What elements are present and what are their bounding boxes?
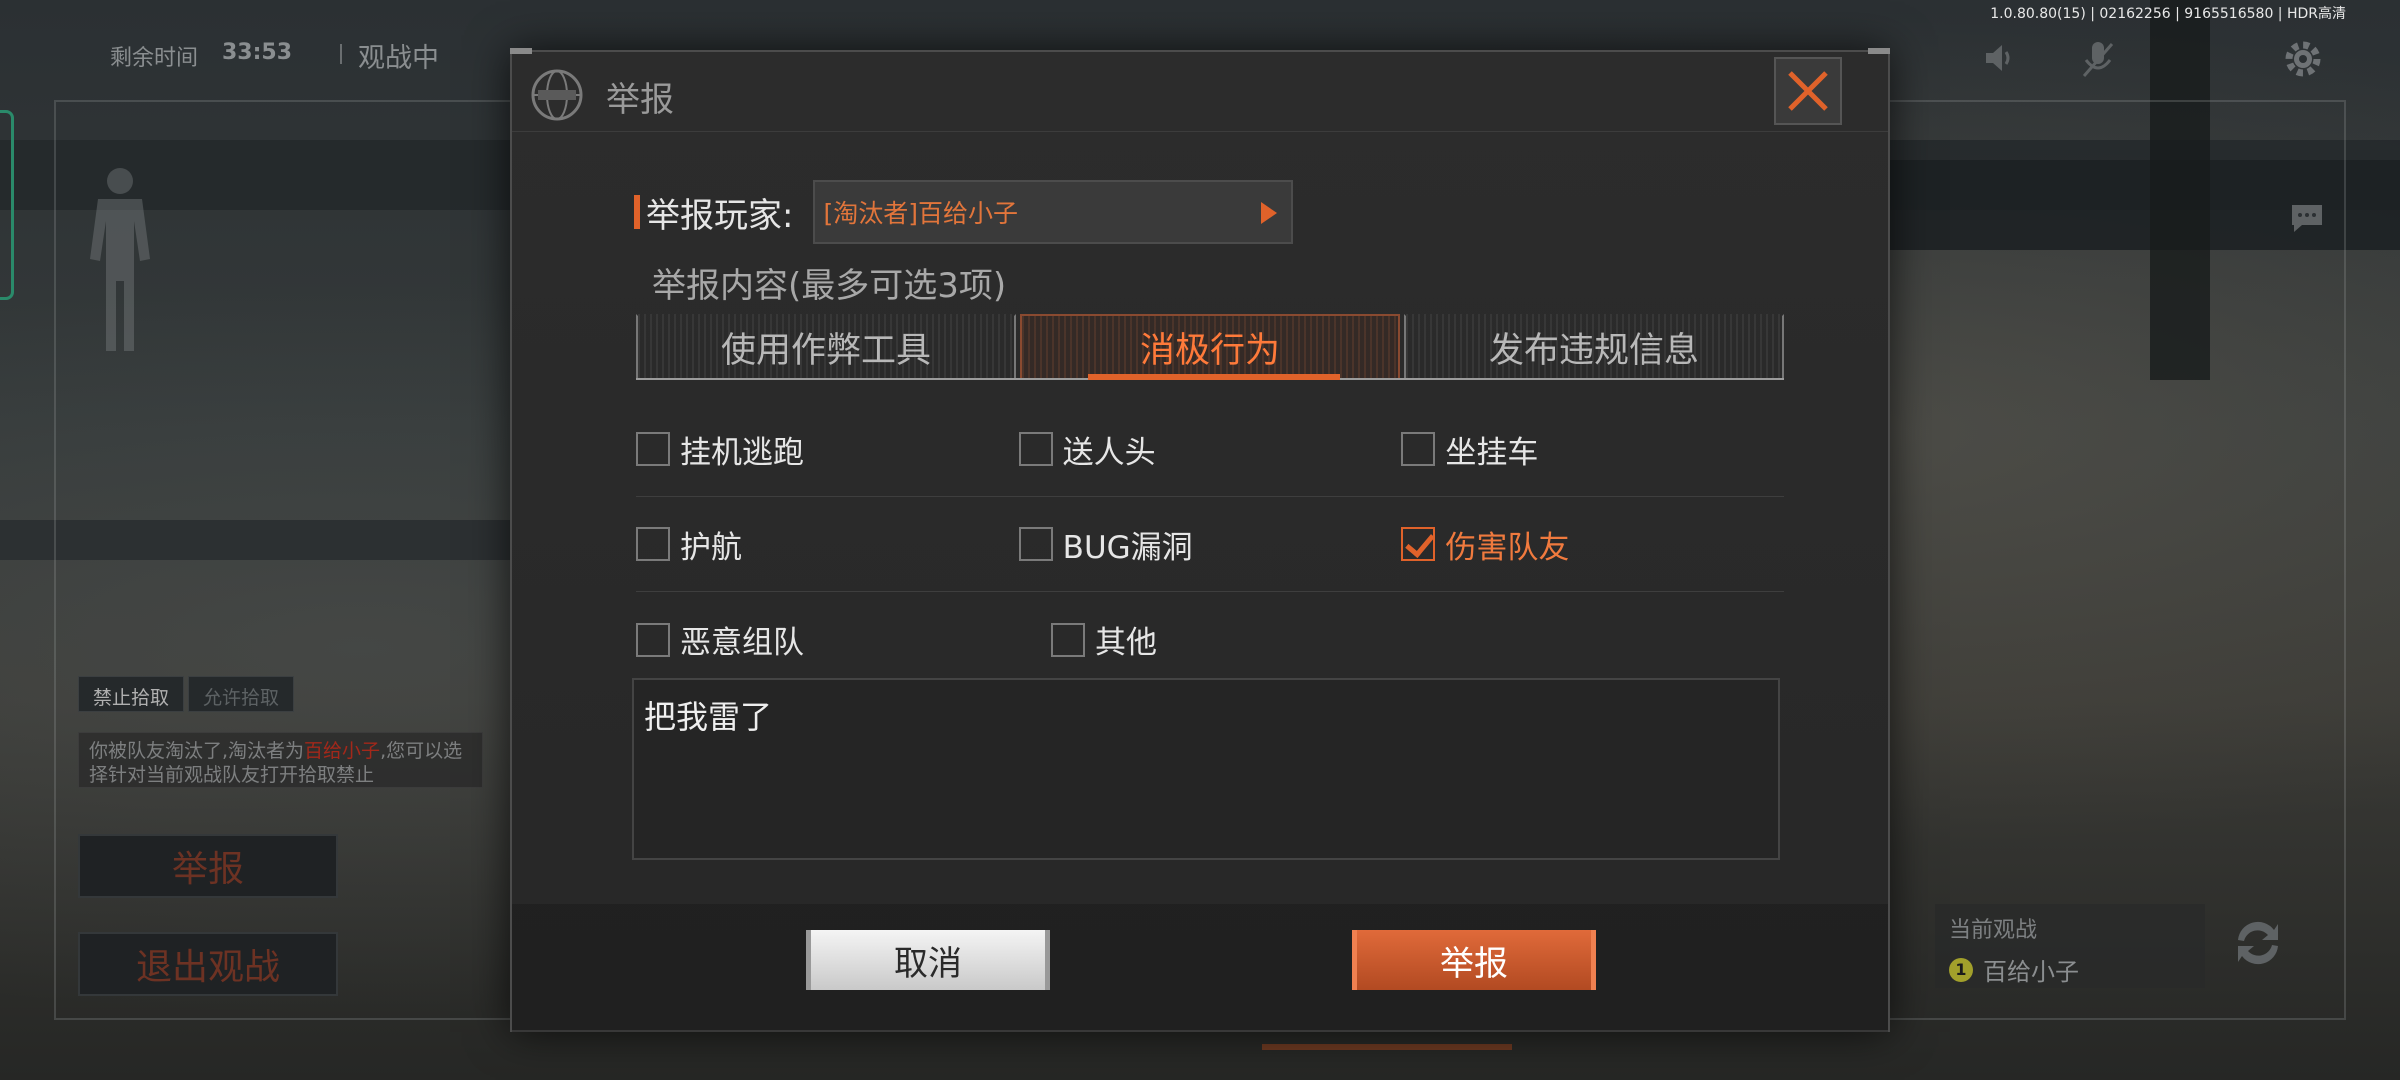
current-watch-label: 当前观战 <box>1949 918 2038 943</box>
option-label: BUG漏洞 <box>1062 529 1193 566</box>
current-watch-player[interactable]: 1 百给小子 <box>1949 952 2191 987</box>
checkbox[interactable] <box>1018 432 1053 466</box>
speaker-icon[interactable] <box>1982 40 2018 85</box>
option-afk-escape[interactable]: 挂机逃跑 <box>636 427 1019 472</box>
gear-icon[interactable] <box>2282 38 2324 89</box>
report-player-row: 举报玩家: [淘汰者]百给小子 <box>634 180 1294 244</box>
cancel-button[interactable]: 取消 <box>806 930 1050 990</box>
side-panel-tab[interactable] <box>0 110 14 300</box>
option-other[interactable]: 其他 <box>1051 617 1466 662</box>
accent-bar <box>634 195 640 229</box>
report-dialog: 举报 举报玩家: [淘汰者]百给小子 举报内容(最多可选3项) 使用作弊工具 消… <box>510 48 1890 1032</box>
option-label: 送人头 <box>1062 434 1156 471</box>
switch-camera-icon[interactable] <box>2230 918 2286 981</box>
side-report-button[interactable]: 举报 <box>78 834 338 898</box>
globe-icon <box>531 69 583 121</box>
current-watch-name: 百给小子 <box>1983 958 2079 986</box>
report-reason-textarea[interactable]: 把我雷了 <box>632 678 1780 860</box>
report-category-tabs: 使用作弊工具 消极行为 发布违规信息 <box>636 314 1784 380</box>
dropdown-arrow-icon <box>1261 202 1278 224</box>
option-riding-cheater[interactable]: 坐挂车 <box>1401 427 1784 472</box>
pickup-note-text: 你被队友淘汰了,淘汰者为 <box>89 740 305 762</box>
option-team-damage[interactable]: 伤害队友 <box>1401 522 1784 567</box>
option-label: 挂机逃跑 <box>680 434 804 471</box>
pickup-allow-tab[interactable]: 允许拾取 <box>188 676 295 712</box>
checkbox[interactable] <box>636 622 670 657</box>
close-icon <box>1788 71 1828 111</box>
version-info: 1.0.80.80(15) | 02162256 | 9165516580 | … <box>1990 6 2346 22</box>
tab-cheating-tools[interactable]: 使用作弊工具 <box>636 314 1016 378</box>
option-escorting[interactable]: 护航 <box>636 522 1019 567</box>
checkbox[interactable] <box>1018 527 1053 561</box>
option-row: 恶意组队 其他 <box>636 592 1784 687</box>
character-silhouette-icon <box>90 168 150 351</box>
option-label: 其他 <box>1095 625 1157 661</box>
option-bug-exploit[interactable]: BUG漏洞 <box>1018 522 1402 567</box>
report-options: 挂机逃跑 送人头 坐挂车 护航 BUG漏洞 伤害队友 恶意组队 其他 <box>636 402 1784 687</box>
option-label: 坐挂车 <box>1445 434 1539 471</box>
option-malicious-team[interactable]: 恶意组队 <box>636 617 1051 662</box>
option-row: 挂机逃跑 送人头 坐挂车 <box>636 402 1784 497</box>
pickup-note: 你被队友淘汰了,淘汰者为百给小子,您可以选择针对当前观战队友打开拾取禁止 <box>78 732 483 788</box>
report-content-label: 举报内容(最多可选3项) <box>652 266 1007 306</box>
hud-divider <box>340 44 342 64</box>
checkbox[interactable] <box>1051 622 1085 657</box>
pickup-toggle-group: 禁止拾取 允许拾取 <box>78 676 295 712</box>
tab-negative-behavior[interactable]: 消极行为 <box>1020 314 1400 380</box>
current-watch-panel: 当前观战 1 百给小子 <box>1935 904 2205 988</box>
chat-icon[interactable] <box>2290 198 2324 242</box>
remaining-time-value: 33:53 <box>222 40 293 65</box>
exit-spectate-button[interactable]: 退出观战 <box>78 932 338 996</box>
close-button[interactable] <box>1774 57 1842 125</box>
dialog-footer: 取消 举报 <box>512 904 1888 1032</box>
mic-off-icon[interactable] <box>2080 40 2116 89</box>
checkbox[interactable] <box>636 527 670 561</box>
dialog-header: 举报 <box>512 52 1888 132</box>
player-select-dropdown[interactable]: [淘汰者]百给小子 <box>813 180 1294 244</box>
player-select-value: [淘汰者]百给小子 <box>823 199 1018 228</box>
checkbox-checked[interactable] <box>1401 527 1436 561</box>
dialog-title: 举报 <box>606 80 674 120</box>
option-row: 护航 BUG漏洞 伤害队友 <box>636 497 1784 592</box>
report-player-label: 举报玩家: <box>646 195 794 236</box>
tab-violation-info[interactable]: 发布违规信息 <box>1404 314 1784 378</box>
option-label: 伤害队友 <box>1445 529 1570 566</box>
pickup-forbid-tab[interactable]: 禁止拾取 <box>78 676 185 712</box>
option-label: 护航 <box>680 529 742 566</box>
checkbox[interactable] <box>636 432 670 466</box>
option-feeding[interactable]: 送人头 <box>1018 427 1402 472</box>
submit-report-button[interactable]: 举报 <box>1352 930 1596 990</box>
pickup-note-killer: 百给小子 <box>304 740 381 762</box>
bottom-indicator <box>1262 1044 1512 1050</box>
remaining-time-label: 剩余时间 <box>110 46 199 71</box>
player-number-badge: 1 <box>1949 957 1973 982</box>
checkbox[interactable] <box>1401 432 1436 466</box>
option-label: 恶意组队 <box>680 625 804 661</box>
spectating-status: 观战中 <box>358 43 439 74</box>
